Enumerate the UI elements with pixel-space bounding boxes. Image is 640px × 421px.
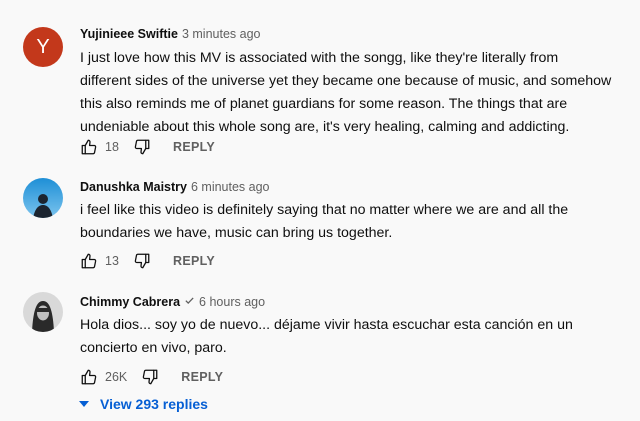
caret-down-icon	[78, 395, 90, 413]
reply-button[interactable]: REPLY	[181, 370, 223, 384]
comment-text: i feel like this video is definitely say…	[80, 202, 569, 241]
avatar[interactable]: Y	[23, 27, 63, 67]
reply-button[interactable]: REPLY	[173, 140, 215, 154]
like-count: 18	[105, 140, 119, 154]
dislike-icon[interactable]	[141, 368, 159, 386]
view-replies-button[interactable]: View 293 replies	[78, 394, 208, 414]
dislike-icon[interactable]	[133, 252, 151, 270]
like-count: 13	[105, 254, 119, 268]
avatar-letter: Y	[36, 35, 50, 58]
author-name[interactable]: Danushka Maistry	[80, 180, 187, 194]
reply-button[interactable]: REPLY	[173, 254, 215, 268]
author-name[interactable]: Yujinieee Swiftie	[80, 27, 178, 41]
comment-time[interactable]: 3 minutes ago	[182, 27, 261, 41]
like-count: 26K	[105, 370, 128, 384]
comment-time[interactable]: 6 minutes ago	[191, 180, 270, 194]
avatar[interactable]	[23, 178, 63, 218]
like-icon[interactable]	[80, 368, 98, 386]
like-icon[interactable]	[80, 138, 98, 156]
avatar[interactable]	[23, 292, 63, 332]
dislike-icon[interactable]	[133, 138, 151, 156]
checkmark-icon	[184, 295, 195, 309]
view-replies-label: View 293 replies	[100, 396, 208, 412]
author-name[interactable]: Chimmy Cabrera	[80, 295, 180, 309]
comment-time[interactable]: 6 hours ago	[199, 295, 265, 309]
comment-text: Hola dios... soy yo de nuevo... déjame v…	[80, 317, 573, 356]
like-icon[interactable]	[80, 252, 98, 270]
comment-text: I just love how this MV is associated wi…	[80, 50, 612, 135]
